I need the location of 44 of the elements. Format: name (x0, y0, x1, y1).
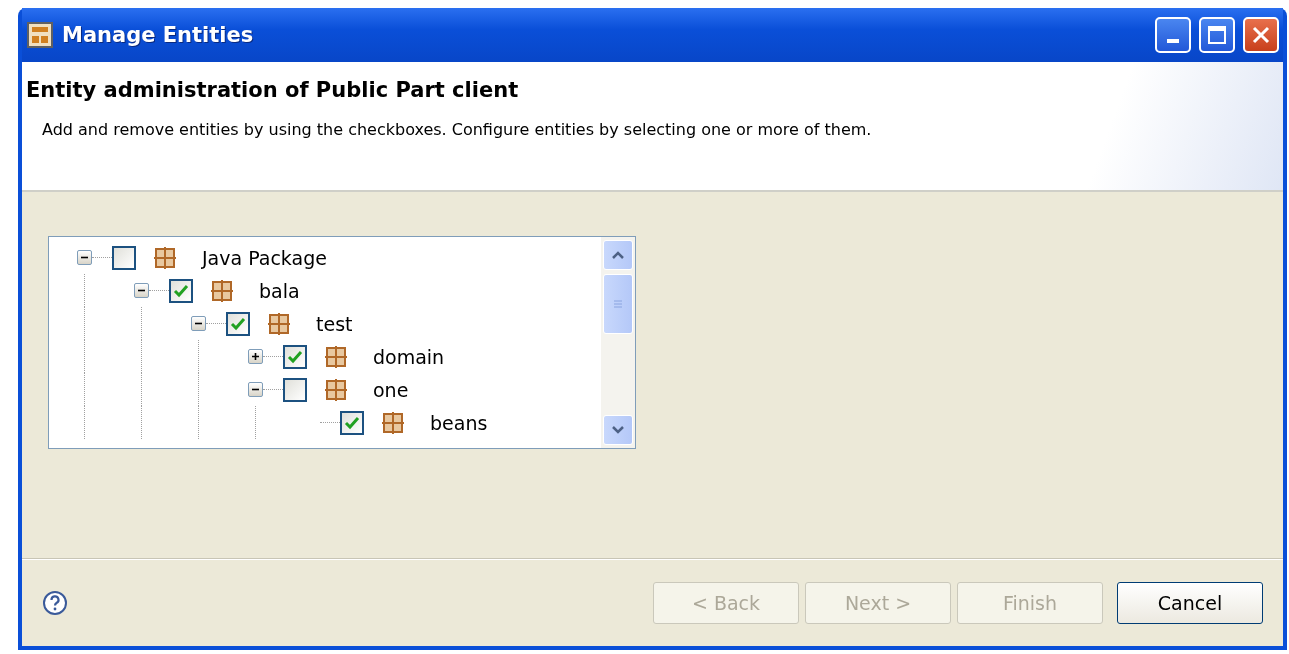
checkmark-icon (230, 316, 246, 331)
checkbox[interactable] (169, 278, 193, 303)
dialog-button[interactable]: Cancel (1117, 582, 1263, 624)
checkbox[interactable] (340, 410, 364, 435)
checkbox[interactable] (226, 311, 250, 336)
expand-toggle[interactable] (248, 349, 263, 364)
collapse-toggle[interactable] (248, 382, 263, 397)
tree-item-label[interactable]: one (373, 378, 409, 401)
tree-item-label[interactable]: domain (373, 345, 445, 368)
tree-item-label[interactable]: beans (430, 411, 488, 434)
package-icon (325, 378, 347, 401)
help-icon[interactable] (42, 590, 68, 616)
page-description: Add and remove entities by using the checkboxes. Configure entities by selecting one or more of them. (42, 120, 873, 139)
scroll-down-icon[interactable] (603, 415, 633, 445)
app-icon (26, 21, 54, 49)
tree-item-label[interactable]: test (316, 312, 353, 335)
checkmark-icon (344, 415, 360, 430)
package-icon (382, 411, 404, 434)
checkmark-icon (287, 349, 303, 364)
collapse-toggle[interactable] (191, 316, 206, 331)
scroll-bar[interactable] (601, 237, 635, 448)
maximize-icon (1207, 25, 1227, 45)
window-title: Manage Entities (62, 23, 255, 47)
scroll-up-icon[interactable] (603, 240, 633, 270)
tree-item-label[interactable]: Java Package (202, 246, 327, 269)
checkbox[interactable] (112, 245, 136, 270)
checkbox[interactable] (283, 377, 307, 402)
minimize-icon (1167, 39, 1179, 43)
package-icon (325, 345, 347, 368)
package-icon (211, 279, 233, 302)
collapse-toggle[interactable] (134, 283, 149, 298)
tree-item-label[interactable]: bala (259, 279, 300, 302)
maximize-button[interactable] (1199, 17, 1235, 53)
checkmark-icon (173, 283, 189, 298)
plus-icon (251, 352, 260, 361)
page-title: Entity administration of Public Part client (26, 78, 520, 102)
scroll-thumb[interactable] (603, 274, 633, 334)
package-icon (154, 246, 176, 269)
collapse-toggle[interactable] (77, 250, 92, 265)
package-icon (268, 312, 290, 335)
close-icon (1251, 25, 1271, 45)
minimize-button[interactable] (1155, 17, 1191, 53)
checkbox[interactable] (283, 344, 307, 369)
close-button[interactable] (1243, 17, 1279, 53)
